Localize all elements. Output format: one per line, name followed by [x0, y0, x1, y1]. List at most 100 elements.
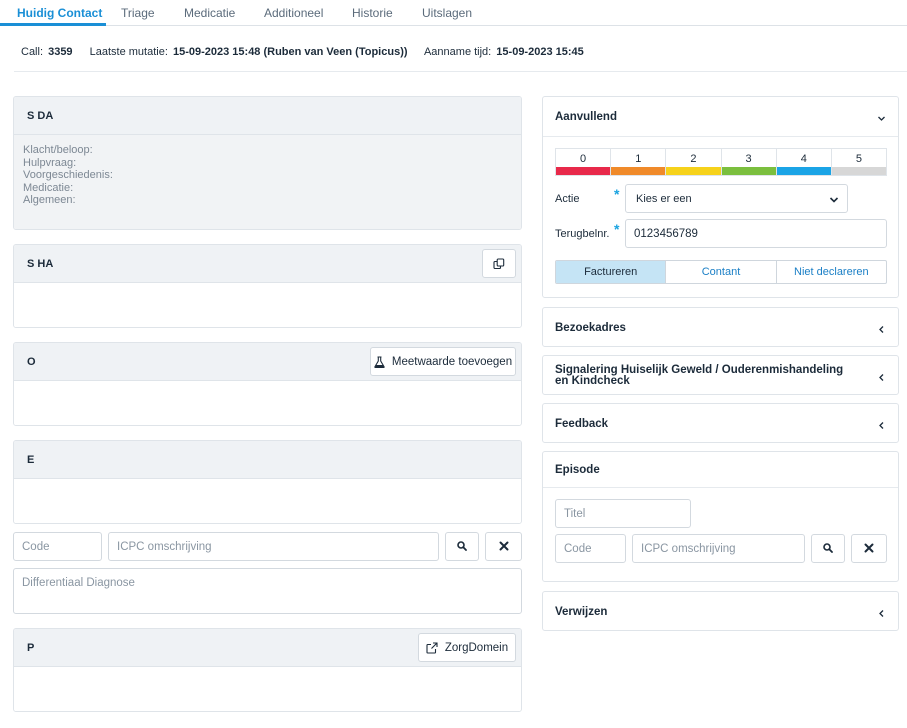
- aanname-label: Aanname tijd:: [423, 46, 492, 58]
- sda-content: Klacht/beloop: Hulpvraag: Voorgeschieden…: [14, 135, 521, 229]
- episode-clear-button[interactable]: [851, 534, 887, 563]
- sda-line-klacht: Klacht/beloop:: [23, 144, 93, 156]
- copy-icon: [493, 257, 505, 270]
- urgency-1[interactable]: 1: [611, 149, 667, 175]
- e-header: E: [14, 441, 521, 479]
- urgency-4-label: 4: [800, 153, 807, 165]
- flask-icon: [374, 355, 385, 368]
- close-icon: [864, 542, 874, 556]
- aanname-value: 15-09-2023 15:45: [496, 46, 584, 58]
- tab-historie[interactable]: Historie: [352, 6, 393, 20]
- meetwaarde-label: Meetwaarde toevoegen: [391, 355, 513, 368]
- chevron-left-icon: [877, 419, 886, 433]
- episode-search-button[interactable]: [811, 534, 845, 563]
- episode-titel-input[interactable]: [555, 499, 691, 528]
- sha-panel: S HA: [13, 244, 522, 328]
- p-title: P: [27, 642, 35, 654]
- search-icon: [823, 542, 833, 556]
- o-textarea[interactable]: [14, 381, 521, 425]
- tab-huidig-contact[interactable]: Huidig Contact: [17, 6, 102, 20]
- sda-header: S DA: [14, 97, 521, 135]
- sda-line-medicatie: Medicatie:: [23, 181, 74, 194]
- factureren-option[interactable]: Factureren: [556, 261, 667, 283]
- urgency-0[interactable]: 0: [556, 149, 612, 175]
- search-icon: [457, 540, 467, 554]
- verwijzen-header[interactable]: Verwijzen: [543, 592, 898, 632]
- search-button[interactable]: [445, 532, 479, 561]
- chevron-down-icon: [829, 195, 839, 207]
- actie-select[interactable]: Kies er een: [625, 184, 848, 213]
- verwijzen-section[interactable]: Verwijzen: [542, 591, 899, 631]
- feedback-title: Feedback: [555, 418, 609, 430]
- sda-line-hulpvraag: Hulpvraag:: [23, 156, 77, 169]
- signalering-section[interactable]: Signalering Huiselijk Geweld / Ouderenmi…: [542, 355, 899, 395]
- signalering-header[interactable]: Signalering Huiselijk Geweld / Ouderenmi…: [543, 356, 898, 396]
- chevron-down-icon: [877, 112, 886, 126]
- call-label: Call:: [21, 46, 44, 58]
- o-title: O: [27, 356, 36, 368]
- episode-code-input[interactable]: [555, 534, 626, 563]
- urgency-4-bar: [776, 167, 831, 175]
- copy-button[interactable]: [482, 249, 516, 278]
- tab-medicatie[interactable]: Medicatie: [184, 6, 235, 20]
- chevron-left-icon: [877, 323, 886, 337]
- bezoekadres-title: Bezoekadres: [555, 322, 626, 334]
- clear-button[interactable]: [485, 532, 522, 561]
- sha-header: S HA: [14, 245, 521, 283]
- episode-title: Episode: [555, 464, 600, 476]
- aanvullend-title: Aanvullend: [555, 111, 617, 123]
- o-panel: O Meetwaarde toevoegen: [13, 342, 522, 426]
- niet-declareren-option[interactable]: Niet declareren: [777, 261, 886, 283]
- urgency-3-label: 3: [745, 153, 752, 165]
- sda-title: S DA: [27, 110, 54, 122]
- tab-additioneel[interactable]: Additioneel: [264, 6, 323, 20]
- urgency-3-bar: [721, 167, 776, 175]
- urgency-1-label: 1: [635, 153, 642, 165]
- urgency-0-bar: [556, 167, 611, 175]
- tab-triage[interactable]: Triage: [121, 6, 155, 20]
- urgency-1-bar: [611, 167, 666, 175]
- feedback-header[interactable]: Feedback: [543, 404, 898, 444]
- aanvullend-header[interactable]: Aanvullend: [543, 97, 898, 137]
- episode-icpc-input[interactable]: [632, 534, 805, 563]
- bezoekadres-section[interactable]: Bezoekadres: [542, 307, 899, 347]
- icpc-input[interactable]: [108, 532, 439, 561]
- sda-panel: S DA Klacht/beloop: Hulpvraag: Voorgesch…: [13, 96, 522, 230]
- p-textarea[interactable]: [14, 667, 521, 711]
- feedback-section[interactable]: Feedback: [542, 403, 899, 443]
- bezoekadres-header[interactable]: Bezoekadres: [543, 308, 898, 348]
- urgency-2-label: 2: [690, 153, 697, 165]
- close-icon: [499, 540, 509, 554]
- episode-header: Episode: [543, 452, 898, 488]
- active-tab-indicator: [0, 23, 106, 26]
- actie-label: Actie: [555, 193, 580, 205]
- call-info: Call: 3359 Laatste mutatie: 15-09-2023 1…: [21, 46, 598, 58]
- required-marker: *: [614, 221, 620, 237]
- mutatie-label: Laatste mutatie:: [89, 46, 168, 58]
- call-value: 3359: [48, 46, 73, 58]
- urgency-4[interactable]: 4: [776, 149, 832, 175]
- urgency-2-bar: [666, 167, 721, 175]
- urgency-5[interactable]: 5: [831, 149, 887, 175]
- sha-textarea[interactable]: [14, 283, 521, 327]
- urgency-2[interactable]: 2: [666, 149, 722, 175]
- actie-value: Kies er een: [636, 193, 692, 205]
- chevron-left-icon: [877, 607, 886, 621]
- terugbel-input[interactable]: [625, 219, 887, 248]
- urgency-3[interactable]: 3: [721, 149, 777, 175]
- e-textarea[interactable]: [14, 479, 521, 523]
- e-panel: E: [13, 440, 522, 524]
- sda-line-voorgeschiedenis: Voorgeschiedenis:: [23, 169, 113, 182]
- differentiaal-diagnose-input[interactable]: [13, 568, 522, 614]
- sha-title: S HA: [27, 258, 54, 270]
- tab-bar: Huidig Contact Triage Medicatie Addition…: [0, 0, 907, 26]
- terugbel-label: Terugbelnr.: [555, 228, 610, 240]
- required-marker: *: [614, 186, 620, 202]
- zorgdomein-button[interactable]: ZorgDomein: [418, 633, 516, 662]
- tab-uitslagen[interactable]: Uitslagen: [422, 6, 472, 20]
- divider: [14, 71, 907, 72]
- contant-option[interactable]: Contant: [666, 261, 777, 283]
- meetwaarde-toevoegen-button[interactable]: Meetwaarde toevoegen: [370, 347, 516, 376]
- code-input[interactable]: [13, 532, 102, 561]
- p-panel: P ZorgDomein: [13, 628, 522, 712]
